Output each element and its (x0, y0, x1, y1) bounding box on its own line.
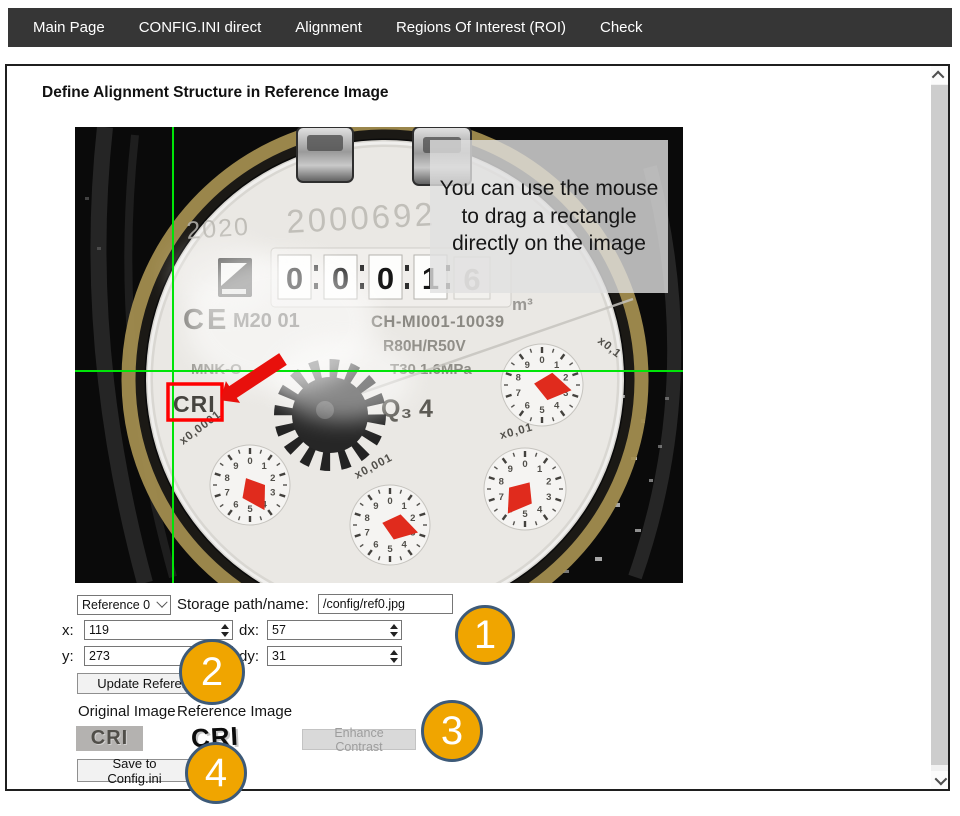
content-frame: Define Alignment Structure in Reference … (5, 64, 950, 791)
original-crop-thumb: CRI (76, 726, 143, 751)
nav-item-config-ini[interactable]: CONFIG.INI direct (139, 19, 262, 36)
svg-text:1: 1 (537, 464, 543, 475)
nav-bar: Main Page CONFIG.INI direct Alignment Re… (8, 8, 952, 47)
storage-path-label: Storage path/name: (177, 596, 309, 613)
svg-text:4: 4 (537, 504, 543, 515)
svg-text:9: 9 (373, 501, 378, 512)
cri-label: CRI (173, 391, 216, 417)
nav-item-main-page[interactable]: Main Page (33, 19, 105, 36)
svg-text:0: 0 (377, 261, 394, 296)
chevron-up-icon (932, 70, 945, 83)
step-badge-1: 1 (455, 605, 515, 665)
svg-text:4: 4 (554, 400, 560, 411)
scrollbar[interactable] (931, 66, 948, 789)
svg-text:7: 7 (225, 488, 230, 499)
reference-image-canvas[interactable]: 2 0 2 0 2000692 0 0 0 1 6 (75, 127, 683, 583)
svg-text:2: 2 (546, 476, 551, 487)
svg-text:6: 6 (233, 500, 238, 511)
svg-text:2: 2 (410, 513, 415, 524)
meter-serial-number: 2000692 (285, 195, 436, 240)
storage-path-input[interactable] (318, 594, 453, 614)
nav-item-alignment[interactable]: Alignment (295, 19, 362, 36)
nav-item-roi[interactable]: Regions Of Interest (ROI) (396, 19, 566, 36)
original-image-label: Original Image (78, 703, 176, 720)
svg-text:0: 0 (539, 355, 544, 366)
dy-spinner[interactable] (387, 648, 400, 664)
svg-text:7: 7 (499, 492, 504, 503)
svg-text:1: 1 (554, 360, 560, 371)
y-label: y: (62, 648, 74, 665)
svg-text:6: 6 (373, 540, 378, 551)
svg-text:3: 3 (270, 488, 275, 499)
step-badge-2: 2 (179, 639, 245, 705)
svg-text:5: 5 (539, 405, 545, 416)
svg-text:8: 8 (365, 513, 370, 524)
svg-text:9: 9 (525, 360, 530, 371)
chevron-down-icon (935, 772, 948, 785)
x-spinner[interactable] (218, 622, 231, 638)
svg-text:7: 7 (365, 528, 370, 539)
svg-text:6: 6 (525, 400, 530, 411)
nav-item-check[interactable]: Check (600, 19, 643, 36)
reference-select-value: Reference 0 (82, 598, 150, 612)
svg-text:0: 0 (247, 456, 252, 467)
step-badge-3: 3 (421, 700, 483, 762)
svg-text:0: 0 (387, 496, 392, 507)
step-badge-4: 4 (185, 742, 247, 804)
x-input[interactable] (84, 620, 233, 640)
reference-select[interactable]: Reference 0 (77, 595, 171, 615)
svg-text:2: 2 (270, 473, 275, 484)
svg-text:0: 0 (522, 459, 527, 470)
svg-text:3: 3 (546, 492, 551, 503)
scroll-down-button[interactable] (931, 771, 948, 789)
svg-text:1: 1 (401, 501, 407, 512)
dy-input[interactable] (267, 646, 402, 666)
svg-text:9: 9 (508, 464, 513, 475)
dx-label: dx: (239, 622, 259, 639)
svg-text:5: 5 (522, 509, 528, 520)
reference-image-label: Reference Image (177, 703, 292, 720)
svg-text:5: 5 (387, 544, 393, 555)
svg-text:2: 2 (563, 372, 568, 383)
svg-text:1: 1 (261, 461, 267, 472)
model-code: CH-MI001-10039 (371, 313, 505, 331)
svg-text:8: 8 (516, 372, 521, 383)
chevron-down-icon (156, 597, 167, 608)
svg-text:4: 4 (401, 540, 407, 551)
svg-text:5: 5 (247, 504, 253, 515)
x-label: x: (62, 622, 74, 639)
svg-text:9: 9 (233, 461, 238, 472)
svg-text:8: 8 (499, 476, 504, 487)
dx-spinner[interactable] (387, 622, 400, 638)
dx-input[interactable] (267, 620, 402, 640)
svg-text:8: 8 (225, 473, 230, 484)
save-config-button[interactable]: Save to Config.ini (77, 759, 192, 782)
page-title: Define Alignment Structure in Reference … (42, 84, 389, 102)
scroll-up-button[interactable] (931, 66, 948, 84)
meter-unit: m³ (512, 295, 533, 314)
scroll-thumb[interactable] (931, 85, 948, 765)
svg-text:7: 7 (516, 388, 521, 399)
enhance-contrast-button[interactable]: Enhance Contrast (302, 729, 416, 750)
drag-hint-overlay: You can use the mouse to drag a rectangl… (430, 140, 668, 293)
